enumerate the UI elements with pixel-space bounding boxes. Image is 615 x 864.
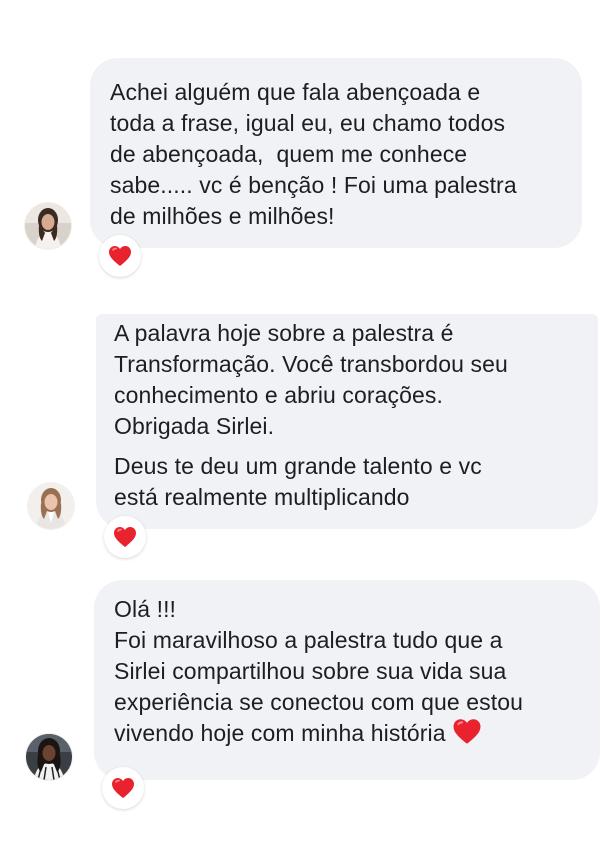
comment-text-line: experiência se conectou com que estou (114, 689, 524, 715)
reaction-heart-button[interactable] (102, 767, 144, 809)
comment-text-line: Foi maravilhoso a palestra tudo que a (114, 627, 503, 653)
comment-text-line: A palavra hoje sobre a palestra é (114, 320, 454, 346)
red-heart-icon (109, 246, 131, 266)
reaction-heart-button[interactable] (99, 235, 141, 277)
comment-text-line: de abençoada, quem me conhece (110, 141, 468, 167)
comment-text-line: sabe..... vc é benção ! Foi uma palestra (110, 172, 517, 198)
avatar[interactable] (28, 483, 74, 529)
reaction-heart-button[interactable] (104, 516, 146, 558)
comment-text-line: Deus te deu um grande talento e vc (114, 453, 482, 479)
comment-text-line: Olá !!! (114, 596, 177, 622)
comment-text-line: Achei alguém que fala abençoada e (110, 79, 481, 105)
avatar[interactable] (26, 734, 72, 780)
comment-text-line: Obrigada Sirlei. (114, 413, 275, 439)
red-heart-icon (114, 527, 136, 547)
comment-text-line: Sirlei compartilhou sobre sua vida sua (114, 658, 507, 684)
comment-bubble[interactable]: Olá !!! Foi maravilhoso a palestra tudo … (94, 580, 600, 780)
comment-text-line: está realmente multiplicando (114, 484, 410, 510)
comment-bubble[interactable]: Achei alguém que fala abençoada e toda a… (90, 58, 582, 248)
comment-text-line-with-emoji: vivendo hoje com minha história (114, 718, 600, 753)
avatar[interactable] (25, 203, 71, 249)
comments-screen: { "comments": [ { "author_avatar": "woma… (0, 0, 615, 864)
comment-1: Achei alguém que fala abençoada e toda a… (0, 0, 615, 290)
comment-bubble[interactable]: A palavra hoje sobre a palestra é Transf… (96, 314, 598, 529)
comment-text-segment: vivendo hoje com minha história (114, 720, 446, 746)
comment-text-line: Transformação. Você transbordou seu (114, 351, 508, 377)
red-heart-icon (112, 778, 134, 798)
red-heart-icon (452, 718, 482, 753)
comment-text-line: conhecimento e abriu corações. (114, 382, 444, 408)
comment-text-line: toda a frase, igual eu, eu chamo todos (110, 110, 506, 136)
comment-text-line: de milhões e milhões! (110, 203, 335, 229)
comment-2: A palavra hoje sobre a palestra é Transf… (0, 290, 615, 580)
comment-3: Olá !!! Foi maravilhoso a palestra tudo … (0, 580, 615, 864)
